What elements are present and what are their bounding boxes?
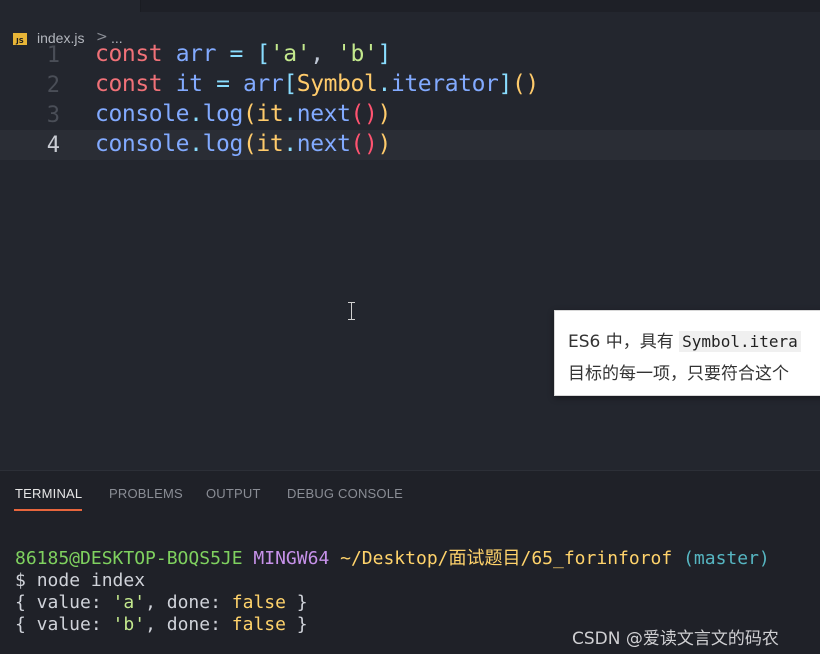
breadcrumb: JS index.js > ... (0, 12, 820, 46)
terminal-output[interactable]: 86185@DESKTOP-BOQS5JE MINGW64 ~/Desktop/… (15, 548, 770, 636)
tooltip-line-2: 目标的每一项，只要符合这个 (568, 364, 789, 384)
code-line[interactable]: 1 const arr = ['a', 'b'] (0, 40, 820, 70)
text-cursor-icon (348, 302, 356, 320)
tab-terminal[interactable]: TERMINAL (15, 486, 82, 501)
code-line[interactable]: 3 console.log(it.next()) (0, 100, 820, 130)
code-editor[interactable]: 1 const arr = ['a', 'b'] 2 const it = ar… (0, 40, 820, 470)
code-line-current[interactable]: 4 console.log(it.next()) (0, 130, 820, 160)
active-tab-indicator (14, 509, 82, 511)
tab-output[interactable]: OUTPUT (206, 486, 261, 501)
terminal-output-line: { value: 'b', done: false } (15, 614, 308, 635)
line-number: 4 (46, 133, 60, 158)
tooltip-inline-code: Symbol.itera (679, 331, 801, 352)
code-text: console.log(it.next()) (95, 101, 391, 127)
panel-tabs: TERMINAL PROBLEMS OUTPUT DEBUG CONSOLE (0, 471, 820, 517)
code-text: console.log(it.next()) (95, 131, 391, 157)
terminal-user-host: 86185@DESKTOP-BOQS5JE (15, 548, 243, 569)
tab-problems[interactable]: PROBLEMS (109, 486, 183, 501)
terminal-prompt: $ (15, 570, 26, 591)
terminal-path: ~/Desktop/面试题目/65_forinforof (340, 548, 673, 569)
csdn-watermark: CSDN @爱读文言文的码农 (572, 629, 779, 649)
line-number: 3 (46, 103, 60, 128)
terminal-command: node index (36, 570, 146, 591)
editor-tab-strip (0, 0, 820, 12)
line-number: 2 (46, 73, 60, 98)
terminal-output-line: { value: 'a', done: false } (15, 592, 308, 613)
terminal-branch: (master) (683, 548, 770, 569)
editor-tab-index-js[interactable] (0, 0, 141, 12)
vscode-window: JS index.js > ... 1 const arr = ['a', 'b… (0, 0, 820, 654)
hover-tooltip: ES6 中，具有 Symbol.itera 目标的每一项，只要符合这个 (554, 310, 820, 396)
terminal-shell: MINGW64 (253, 548, 330, 569)
tooltip-line-1: ES6 中，具有 Symbol.itera (568, 327, 801, 352)
code-text: const it = arr[Symbol.iterator]() (95, 71, 539, 97)
code-text: const arr = ['a', 'b'] (95, 41, 391, 67)
code-line[interactable]: 2 const it = arr[Symbol.iterator]() (0, 70, 820, 100)
tab-debug-console[interactable]: DEBUG CONSOLE (287, 486, 403, 501)
line-number: 1 (46, 43, 60, 68)
